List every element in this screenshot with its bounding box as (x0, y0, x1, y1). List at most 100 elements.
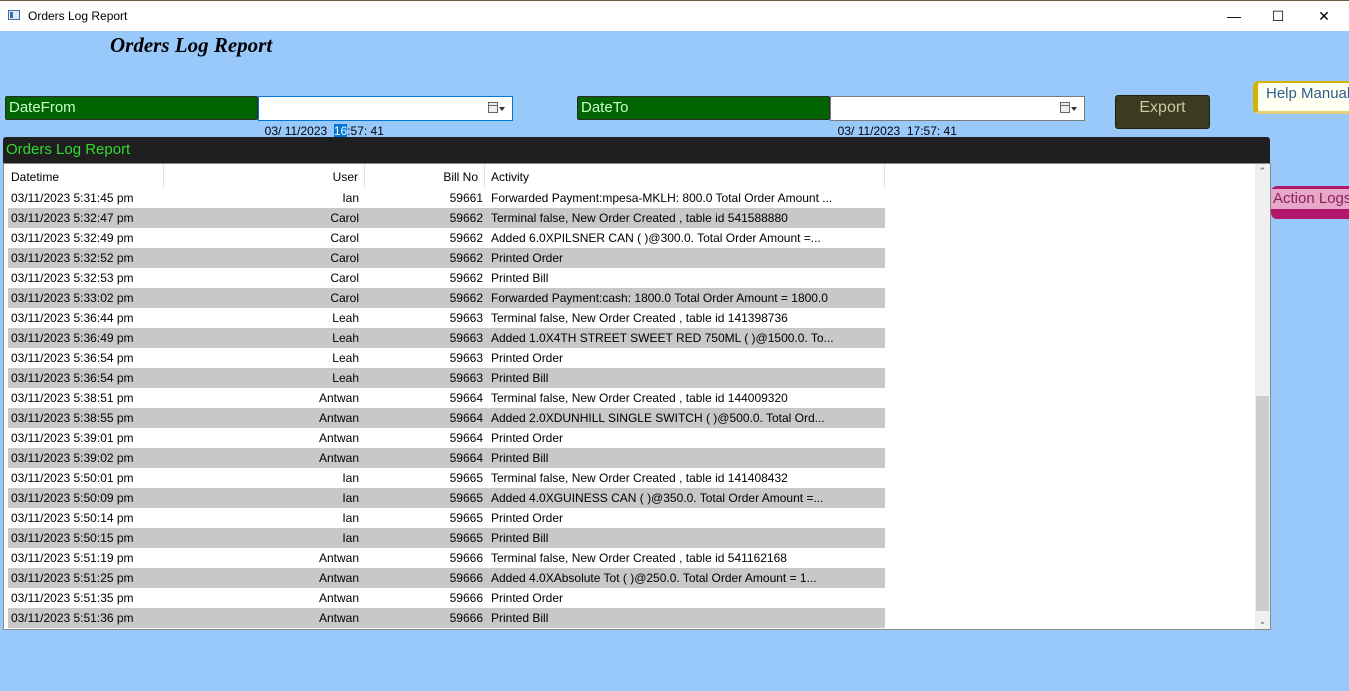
cell-user: Ian (342, 191, 359, 205)
scroll-thumb[interactable] (1256, 396, 1269, 611)
cell-bill-no: 59664 (449, 411, 483, 425)
table-row[interactable]: 03/11/2023 5:32:47 pm Carol 59662 Terminal … (8, 208, 885, 228)
minimize-button[interactable]: — (1211, 1, 1257, 31)
cell-bill-no: 59665 (449, 471, 483, 485)
maximize-button[interactable]: ☐ (1255, 1, 1301, 31)
cell-bill-no: 59661 (449, 191, 483, 205)
cell-activity: Terminal false, New Order Created , tabl… (491, 391, 788, 405)
chevron-down-icon[interactable] (499, 107, 505, 111)
date-from-selected-segment: 16 (333, 124, 348, 138)
table-row[interactable]: 03/11/2023 5:32:49 pm Carol 59662 Added 6.… (8, 228, 885, 248)
cell-datetime: 03/11/2023 5:39:01 pm (11, 431, 134, 445)
export-button[interactable]: Export (1115, 95, 1210, 129)
cell-datetime: 03/11/2023 5:32:47 pm (11, 211, 134, 225)
orders-log-table[interactable]: Datetime User Bill No Activity 03/11/202… (3, 163, 1271, 630)
action-logs-button[interactable]: Action Logs (1271, 186, 1349, 219)
cell-bill-no: 59664 (449, 451, 483, 465)
calendar-icon[interactable] (488, 102, 498, 113)
column-header-bill-no[interactable]: Bill No (365, 164, 485, 188)
cell-activity: Printed Order (491, 431, 564, 445)
table-row[interactable]: 03/11/2023 5:38:55 pm Antwan 59664 Added 2… (8, 408, 885, 428)
date-to-value: 03/ 11/2023 17:57: 41 (837, 124, 957, 138)
help-manual-button[interactable]: Help Manual (1253, 81, 1349, 114)
cell-datetime: 03/11/2023 5:36:54 pm (11, 371, 134, 385)
cell-bill-no: 59662 (449, 211, 483, 225)
table-row[interactable]: 03/11/2023 5:51:36 pm Antwan 59666 Printed … (8, 608, 885, 628)
column-header-user[interactable]: User (164, 164, 365, 188)
cell-bill-no: 59663 (449, 331, 483, 345)
cell-bill-no: 59662 (449, 231, 483, 245)
column-header-activity[interactable]: Activity (485, 164, 885, 188)
app-window-icon (8, 10, 20, 20)
cell-activity: Terminal false, New Order Created , tabl… (491, 471, 788, 485)
table-row[interactable]: 03/11/2023 5:38:51 pm Antwan 59664 Terminal… (8, 388, 885, 408)
cell-datetime: 03/11/2023 5:38:55 pm (11, 411, 134, 425)
table-row[interactable]: 03/11/2023 5:33:02 pm Carol 59662 Forwarde… (8, 288, 885, 308)
table-row[interactable]: 03/11/2023 5:32:53 pm Carol 59662 Printed B… (8, 268, 885, 288)
cell-bill-no: 59665 (449, 491, 483, 505)
cell-bill-no: 59663 (449, 351, 483, 365)
cell-user: Antwan (318, 451, 359, 465)
cell-bill-no: 59662 (449, 251, 483, 265)
column-header-datetime[interactable]: Datetime (4, 164, 164, 188)
date-from-picker[interactable]: 03/ 11/2023 16:57: 41 (258, 96, 513, 138)
table-row[interactable]: 03/11/2023 5:50:15 pm Ian 59665 Printed Bil… (8, 528, 885, 548)
cell-bill-no: 59664 (449, 391, 483, 405)
cell-activity: Printed Bill (491, 271, 549, 285)
table-row[interactable]: 03/11/2023 5:36:54 pm Leah 59663 Printed Or… (8, 348, 885, 368)
cell-activity: Terminal false, New Order Created , tabl… (491, 311, 788, 325)
cell-activity: Printed Bill (491, 531, 549, 545)
cell-user: Antwan (318, 431, 359, 445)
table-row[interactable]: 03/11/2023 5:36:44 pm Leah 59663 Terminal f… (8, 308, 885, 328)
cell-bill-no: 59662 (449, 291, 483, 305)
table-row[interactable]: 03/11/2023 5:31:45 pm Ian 59661 Forwarded … (8, 188, 885, 208)
table-row[interactable]: 03/11/2023 5:50:09 pm Ian 59665 Added 4.0X… (8, 488, 885, 508)
cell-datetime: 03/11/2023 5:51:19 pm (11, 551, 134, 565)
cell-activity: Printed Order (491, 351, 564, 365)
cell-user: Leah (332, 311, 359, 325)
date-from-label: DateFrom (5, 96, 258, 120)
date-to-picker[interactable]: 03/ 11/2023 17:57: 41 (830, 96, 1085, 138)
table-row[interactable]: 03/11/2023 5:51:25 pm Antwan 59666 Added 4… (8, 568, 885, 588)
cell-user: Antwan (318, 571, 359, 585)
cell-activity: Added 4.0XGUINESS CAN ( )@350.0. Total O… (491, 491, 824, 505)
title-bar: Orders Log Report — ☐ ✕ (0, 0, 1349, 31)
table-row[interactable]: 03/11/2023 5:50:14 pm Ian 59665 Printed Ord… (8, 508, 885, 528)
table-row[interactable]: 03/11/2023 5:32:52 pm Carol 59662 Printed O… (8, 248, 885, 268)
scroll-down-icon[interactable]: ⌄ (1255, 614, 1270, 629)
cell-datetime: 03/11/2023 5:51:36 pm (11, 611, 134, 625)
cell-activity: Printed Bill (491, 371, 549, 385)
table-row[interactable]: 03/11/2023 5:51:19 pm Antwan 59666 Terminal… (8, 548, 885, 568)
cell-activity: Added 4.0XAbsolute Tot ( )@250.0. Total … (491, 571, 817, 585)
vertical-scrollbar[interactable]: ⌃ ⌄ (1255, 164, 1270, 629)
cell-datetime: 03/11/2023 5:33:02 pm (11, 291, 134, 305)
cell-user: Ian (342, 511, 359, 525)
cell-user: Carol (330, 211, 359, 225)
cell-datetime: 03/11/2023 5:38:51 pm (11, 391, 134, 405)
cell-datetime: 03/11/2023 5:36:44 pm (11, 311, 134, 325)
table-row[interactable]: 03/11/2023 5:36:49 pm Leah 59663 Added 1.0… (8, 328, 885, 348)
table-row[interactable]: 03/11/2023 5:50:01 pm Ian 59665 Terminal fa… (8, 468, 885, 488)
close-button[interactable]: ✕ (1301, 1, 1347, 31)
cell-user: Leah (332, 331, 359, 345)
table-row[interactable]: 03/11/2023 5:51:35 pm Antwan 59666 Printed … (8, 588, 885, 608)
table-row[interactable]: 03/11/2023 5:36:54 pm Leah 59663 Printed Bi… (8, 368, 885, 388)
cell-bill-no: 59662 (449, 271, 483, 285)
scroll-up-icon[interactable]: ⌃ (1255, 164, 1270, 179)
cell-user: Carol (330, 291, 359, 305)
cell-user: Ian (342, 471, 359, 485)
table-row[interactable]: 03/11/2023 5:39:01 pm Antwan 59664 Printed … (8, 428, 885, 448)
cell-user: Antwan (318, 591, 359, 605)
cell-datetime: 03/11/2023 5:36:54 pm (11, 351, 134, 365)
calendar-icon[interactable] (1060, 102, 1070, 113)
panel-title: Orders Log Report (3, 137, 1270, 163)
cell-user: Carol (330, 231, 359, 245)
chevron-down-icon[interactable] (1071, 107, 1077, 111)
cell-user: Carol (330, 251, 359, 265)
cell-activity: Printed Order (491, 591, 564, 605)
cell-activity: Printed Order (491, 511, 564, 525)
table-row[interactable]: 03/11/2023 5:39:02 pm Antwan 59664 Printed … (8, 448, 885, 468)
cell-bill-no: 59666 (449, 571, 483, 585)
date-from-prefix: 03/ 11/2023 (264, 124, 334, 138)
cell-bill-no: 59665 (449, 511, 483, 525)
